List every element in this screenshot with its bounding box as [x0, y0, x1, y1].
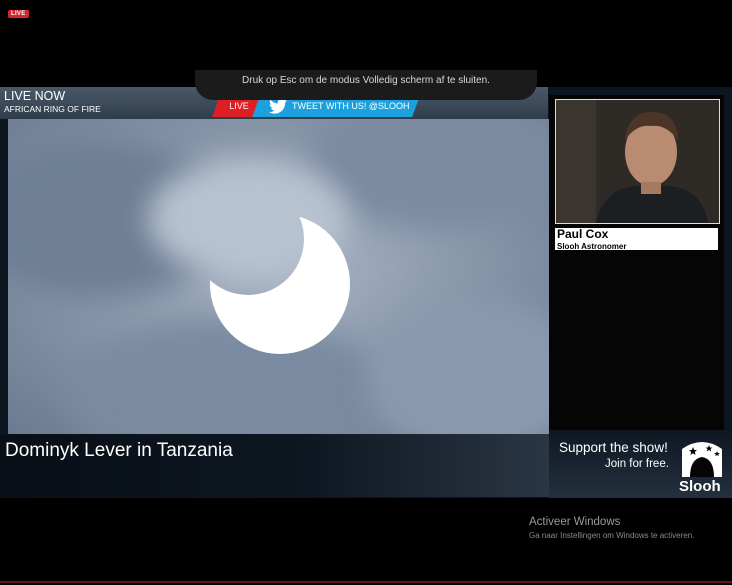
- telescope-video[interactable]: [8, 119, 549, 434]
- presenter-role: Slooh Astronomer: [557, 242, 627, 251]
- presenter-webcam: [555, 99, 720, 224]
- promo-subline[interactable]: Join for free.: [605, 458, 669, 470]
- eclipsed-sun: [8, 119, 549, 434]
- presenter-name: Paul Cox: [557, 227, 609, 241]
- live-now-label: LIVE NOW: [4, 89, 66, 103]
- fullscreen-exit-notice: Druk op Esc om de modus Volledig scherm …: [195, 70, 537, 100]
- slooh-logo-text[interactable]: Slooh: [679, 478, 721, 495]
- event-title: AFRICAN RING OF FIRE: [4, 104, 101, 114]
- windows-activation-title: Activeer Windows: [529, 516, 621, 528]
- windows-activation-subtitle: Ga naar Instellingen om Windows te activ…: [529, 531, 695, 540]
- live-badge-small: LIVE: [8, 10, 29, 18]
- video-caption: Dominyk Lever in Tanzania: [5, 440, 233, 461]
- presenter-avatar: [556, 100, 719, 223]
- promo-headline[interactable]: Support the show!: [559, 440, 668, 455]
- bottom-accent-line: [0, 581, 732, 583]
- twitter-bird-icon[interactable]: [268, 99, 288, 114]
